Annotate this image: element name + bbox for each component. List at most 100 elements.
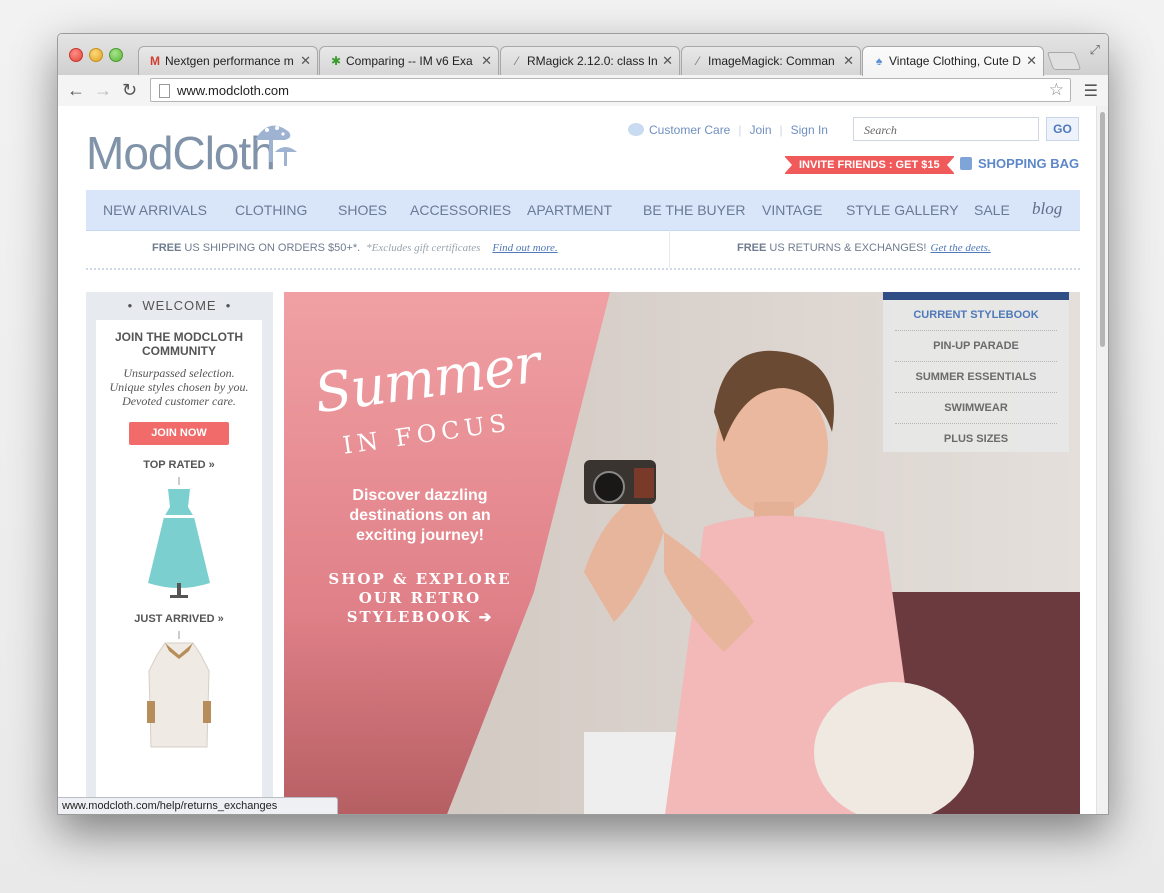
close-tab-icon[interactable]: ✕ bbox=[1026, 53, 1037, 69]
close-tab-icon[interactable]: ✕ bbox=[662, 53, 673, 69]
nav-blog[interactable]: blog bbox=[1032, 199, 1062, 219]
address-url: www.modcloth.com bbox=[177, 83, 289, 98]
tab-title: RMagick 2.12.0: class In bbox=[527, 54, 657, 68]
close-window-button[interactable] bbox=[69, 48, 83, 62]
browser-tab[interactable]: M Nextgen performance m ✕ bbox=[138, 46, 318, 75]
find-out-more-link[interactable]: Find out more. bbox=[492, 242, 557, 254]
mushroom-icon bbox=[255, 125, 297, 166]
pitch-line: Devoted customer care. bbox=[122, 394, 236, 408]
top-rated-dress-image[interactable] bbox=[144, 477, 214, 599]
cta-line: SHOP & EXPLORE bbox=[328, 570, 512, 588]
browser-window: M Nextgen performance m ✕ ✱ Comparing --… bbox=[57, 33, 1109, 815]
browser-tab[interactable]: ⁄ RMagick 2.12.0: class In ✕ bbox=[500, 46, 680, 75]
pen-icon: ⁄ bbox=[696, 54, 699, 68]
pitch-line: Unsurpassed selection. bbox=[123, 366, 235, 380]
tab-strip: M Nextgen performance m ✕ ✱ Comparing --… bbox=[58, 34, 1108, 76]
join-panel: JOIN THE MODCLOTH COMMUNITY Unsurpassed … bbox=[96, 320, 262, 814]
hero-copy-line: destinations on an bbox=[349, 507, 491, 524]
free-label: FREE bbox=[152, 242, 182, 254]
invite-friends-banner[interactable]: INVITE FRIENDS : GET $15 bbox=[784, 156, 955, 174]
browser-toolbar: ← → ↻ www.modcloth.com ☆ ☰ bbox=[58, 75, 1108, 107]
sign-in-link[interactable]: Sign In bbox=[791, 123, 828, 137]
divider bbox=[669, 230, 670, 268]
hero-copy-line: Discover dazzling bbox=[352, 487, 488, 504]
tab-title: Comparing -- IM v6 Exa bbox=[346, 54, 473, 68]
shopping-bag-icon bbox=[960, 157, 972, 170]
browser-tab[interactable]: ⁄ ImageMagick: Comman ✕ bbox=[681, 46, 861, 75]
star-icon: ✱ bbox=[330, 54, 342, 68]
bookmark-star-icon[interactable]: ☆ bbox=[1049, 80, 1064, 100]
get-the-deets-link[interactable]: Get the deets. bbox=[931, 242, 991, 254]
just-arrived-coat-image[interactable] bbox=[143, 631, 215, 761]
nav-apartment[interactable]: APARTMENT bbox=[527, 202, 612, 218]
nav-vintage[interactable]: VINTAGE bbox=[762, 202, 822, 218]
stylebook-pin-up-parade[interactable]: PIN-UP PARADE bbox=[895, 331, 1057, 362]
menu-icon[interactable]: ☰ bbox=[1084, 81, 1098, 101]
account-links: Customer Care | Join | Sign In bbox=[628, 122, 828, 137]
close-tab-icon[interactable]: ✕ bbox=[481, 53, 492, 69]
nav-shoes[interactable]: SHOES bbox=[338, 202, 387, 218]
free-returns-notice: FREE US RETURNS & EXCHANGES! Get the deet… bbox=[737, 242, 991, 254]
close-tab-icon[interactable]: ✕ bbox=[300, 53, 311, 69]
search-field bbox=[853, 117, 1039, 141]
nav-accessories[interactable]: ACCESSORIES bbox=[410, 202, 511, 218]
shipping-note: *Excludes gift certificates bbox=[366, 242, 481, 254]
nav-new-arrivals[interactable]: NEW ARRIVALS bbox=[103, 202, 207, 218]
shop-explore-link[interactable]: SHOP & EXPLORE OUR RETRO STYLEBOOK ➔ bbox=[320, 570, 520, 627]
gmail-icon: M bbox=[150, 54, 160, 68]
forward-arrow-icon[interactable]: → bbox=[94, 79, 112, 101]
customer-care-link[interactable]: Customer Care bbox=[649, 123, 730, 137]
nav-clothing[interactable]: CLOTHING bbox=[235, 202, 307, 218]
stylebook-swimwear[interactable]: SWIMWEAR bbox=[895, 393, 1057, 424]
free-label: FREE bbox=[737, 242, 767, 254]
tab-title: ImageMagick: Comman bbox=[708, 54, 835, 68]
shipping-text: US SHIPPING ON ORDERS $50+*. bbox=[184, 242, 361, 254]
pen-icon: ⁄ bbox=[515, 54, 518, 68]
minimize-window-button[interactable] bbox=[89, 48, 103, 62]
stylebook-menu: CURRENT STYLEBOOK PIN-UP PARADE SUMMER E… bbox=[883, 292, 1069, 452]
just-arrived-link[interactable]: JUST ARRIVED » bbox=[96, 613, 262, 625]
page-viewport: ModCloth Customer Care|Join|Sign In GO I… bbox=[58, 106, 1097, 814]
join-now-button[interactable]: JOIN NOW bbox=[129, 422, 229, 445]
hero-copy: Discover dazzling destinations on an exc… bbox=[320, 486, 520, 546]
search-go-button[interactable]: GO bbox=[1046, 117, 1079, 141]
stylebook-plus-sizes[interactable]: PLUS SIZES bbox=[895, 424, 1057, 454]
maximize-window-button[interactable] bbox=[109, 48, 123, 62]
shopping-bag-link[interactable]: SHOPPING BAG bbox=[960, 156, 1079, 171]
welcome-heading: • WELCOME • bbox=[127, 298, 232, 313]
returns-text: US RETURNS & EXCHANGES! bbox=[769, 242, 927, 254]
nav-sale[interactable]: SALE bbox=[974, 202, 1010, 218]
vertical-scrollbar[interactable] bbox=[1096, 106, 1108, 814]
community-pitch: Unsurpassed selection. Unique styles cho… bbox=[96, 366, 262, 408]
cta-line: STYLEBOOK ➔ bbox=[346, 608, 494, 626]
browser-tab-active[interactable]: ♠ Vintage Clothing, Cute D ✕ bbox=[862, 46, 1044, 76]
shopping-bag-label: SHOPPING BAG bbox=[978, 156, 1080, 171]
status-url-bubble: www.modcloth.com/help/returns_exchanges bbox=[58, 797, 339, 814]
stylebook-current[interactable]: CURRENT STYLEBOOK bbox=[895, 300, 1057, 331]
close-tab-icon[interactable]: ✕ bbox=[843, 53, 854, 69]
welcome-label: WELCOME bbox=[142, 298, 217, 313]
hero-copy-line: exciting journey! bbox=[355, 527, 485, 544]
browser-tab[interactable]: ✱ Comparing -- IM v6 Exa ✕ bbox=[319, 46, 499, 75]
page-icon bbox=[159, 84, 170, 98]
scrollbar-thumb[interactable] bbox=[1100, 112, 1105, 347]
pitch-line: Unique styles chosen by you. bbox=[109, 380, 249, 394]
address-bar[interactable]: www.modcloth.com ☆ bbox=[150, 78, 1071, 102]
top-rated-link[interactable]: TOP RATED » bbox=[96, 459, 262, 471]
welcome-sidebar: • WELCOME • JOIN THE MODCLOTH COMMUNITY … bbox=[86, 292, 273, 814]
stylebook-summer-essentials[interactable]: SUMMER ESSENTIALS bbox=[895, 362, 1057, 393]
cta-line: OUR RETRO bbox=[358, 589, 482, 607]
speech-bubble-icon bbox=[628, 123, 644, 137]
reload-icon[interactable]: ↻ bbox=[122, 79, 137, 101]
free-shipping-notice: FREE US SHIPPING ON ORDERS $50+*. *Exclud… bbox=[152, 242, 558, 254]
new-tab-button[interactable] bbox=[1046, 52, 1082, 70]
nav-be-the-buyer[interactable]: BE THE BUYER bbox=[643, 202, 745, 218]
join-link[interactable]: Join bbox=[749, 123, 771, 137]
main-nav: NEW ARRIVALS CLOTHING SHOES ACCESSORIES … bbox=[86, 190, 1080, 231]
back-arrow-icon[interactable]: ← bbox=[67, 79, 85, 101]
shipping-bar: FREE US SHIPPING ON ORDERS $50+*. *Exclud… bbox=[86, 230, 1080, 270]
fullscreen-icon[interactable]: ⤢ bbox=[1090, 42, 1100, 58]
nav-style-gallery[interactable]: STYLE GALLERY bbox=[846, 202, 959, 218]
search-input[interactable] bbox=[862, 119, 1036, 141]
hero-banner[interactable]: Summer IN FOCUS Discover dazzling destin… bbox=[284, 292, 1080, 814]
